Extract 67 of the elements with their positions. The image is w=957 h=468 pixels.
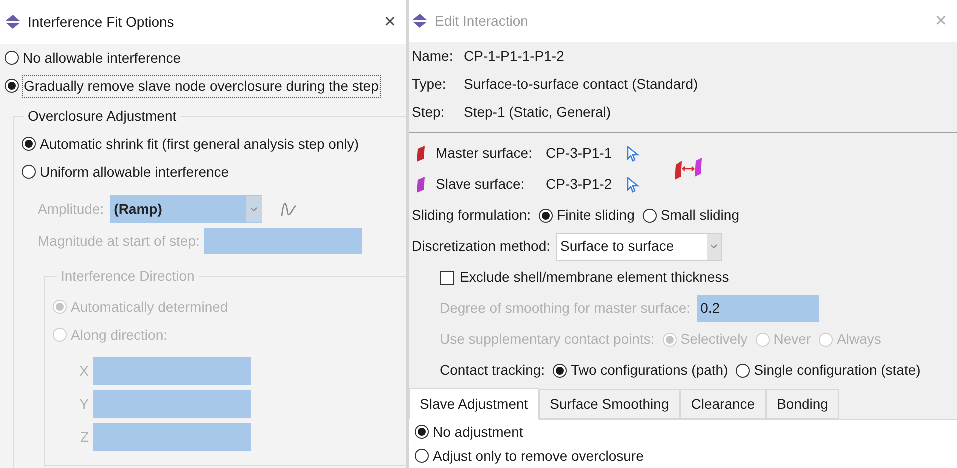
field-label: Y [79,394,89,414]
field-value: CP-3-P1-2 [546,175,614,194]
radio-button[interactable] [5,79,19,93]
amplitude-curve-icon[interactable] [280,200,298,218]
radio-button[interactable] [5,51,19,65]
field-label: Degree of smoothing for master surface: [440,299,691,318]
radio-button[interactable] [22,165,36,179]
field-label: Slave surface: [436,175,526,194]
field-label: X [79,362,89,380]
radio-label: Never [774,330,812,349]
radio-button[interactable] [415,449,429,463]
input-field[interactable] [93,423,251,451]
radio-button[interactable] [539,208,554,222]
field-label: Z [79,428,89,446]
field-label: Magnitude at start of step: [38,232,200,251]
group-title: Overclosure Adjustment [27,107,178,126]
app-logo-icon [4,14,22,30]
field-label: Discretization method: [412,237,551,256]
field-value: Surface-to-surface contact (Standard) [464,74,698,94]
radio-button[interactable] [553,364,568,378]
field-label: Step: [412,102,446,122]
tab[interactable]: Surface Smoothing [539,389,680,419]
pointer-icon[interactable] [626,146,640,162]
field-label: Amplitude: [38,200,104,219]
field-label: Use supplementary contact points: [440,330,655,349]
close-button[interactable]: × [378,12,402,32]
radio-button[interactable] [415,425,429,439]
input-field[interactable] [204,228,362,254]
radio-label: Two configurations (path) [571,361,728,380]
app-logo-icon [411,13,429,29]
radio-label: Gradually remove slave node overclosure during the step [23,76,380,96]
radio-label: No allowable interference [23,48,181,68]
field-label: Sliding formulation: [412,206,532,225]
checkbox-label: Exclude shell/membrane element thickness [460,268,730,287]
input-field[interactable] [93,390,251,418]
tab[interactable]: Clearance [680,389,766,419]
method-dropdown[interactable]: Surface to surface [556,232,722,260]
radio-label: Finite sliding [557,206,635,225]
radio-button[interactable] [642,208,657,222]
field-label: Type: [412,74,448,94]
contact-pair-icon [674,157,704,181]
radio-label: No adjustment [433,422,524,442]
radio-button[interactable] [736,364,750,378]
radio-label: Small sliding [660,206,740,225]
field-label: Master surface: [436,144,534,163]
field-value: CP-3-P1-1 [546,144,614,163]
radio-label: Adjust only to remove overclosure [433,446,644,466]
group-title: Interference Direction [60,267,196,286]
radio-label: Uniform allowable interference [40,162,230,182]
pointer-icon[interactable] [626,176,640,192]
radio-label: Automatically determined [71,298,228,317]
window-title: Edit Interaction [435,12,528,30]
radio-label: Always [837,330,882,349]
field-value: CP-1-P1-1-P1-2 [464,46,564,66]
window-title: Interference Fit Options [28,12,174,32]
radio-label: Along direction: [71,326,168,345]
radio-label: Single configuration (state) [754,361,921,380]
field-value: Step-1 (Static, General) [464,102,612,122]
radio-label: Automatic shrink fit (first general analysis step only) [40,134,360,154]
tab[interactable]: Bonding [766,389,840,419]
radio-button[interactable] [22,137,36,151]
tab[interactable]: Slave Adjustment [409,388,540,420]
field-label: Name: [412,46,454,66]
input-field[interactable] [93,357,251,385]
radio-label: Selectively [680,330,748,349]
field-label: Contact tracking: [440,361,546,380]
checkbox[interactable] [440,270,454,284]
